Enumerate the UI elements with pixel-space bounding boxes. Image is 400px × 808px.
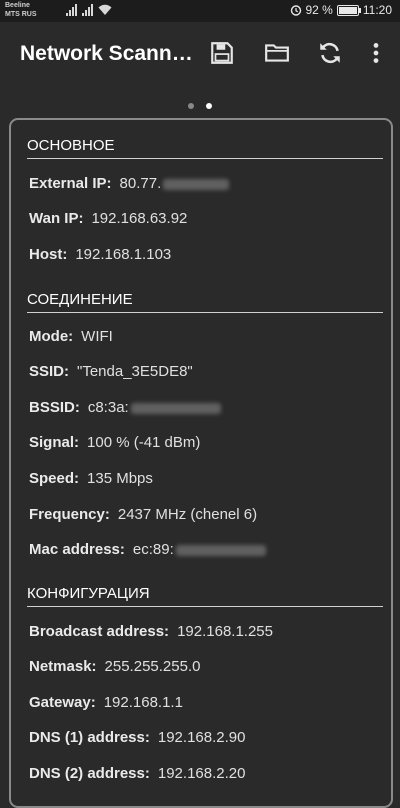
- host-value: 192.168.1.103: [75, 246, 172, 263]
- mode-value: WIFI: [81, 328, 113, 345]
- dns1-value: 192.168.2.90: [157, 729, 246, 746]
- host-label: Host:: [29, 246, 68, 263]
- wan-ip-label: Wan IP:: [29, 210, 84, 227]
- clock: 11:20: [362, 3, 392, 17]
- row-bssid: BSSID: c8:3a:: [29, 399, 221, 416]
- speed-value: 135 Mbps: [87, 470, 153, 487]
- row-netmask: Netmask: 255.255.255.0: [29, 658, 200, 675]
- refresh-icon: [320, 42, 340, 64]
- speed-label: Speed:: [29, 470, 80, 487]
- app-toolbar: Network Scann…: [0, 22, 400, 84]
- carrier-1: Beeline: [5, 2, 30, 9]
- save-icon: [211, 42, 233, 64]
- section-title-config: КОНФИГУРАЦИЯ: [27, 585, 383, 607]
- redacted-blur: [130, 402, 221, 414]
- signal-value: 100 % (-41 dBm): [87, 434, 201, 451]
- wifi-icon: [98, 4, 112, 15]
- section-title-basic: ОСНОВНОЕ: [27, 137, 383, 159]
- row-frequency: Frequency: 2437 MHz (chenel 6): [29, 506, 257, 523]
- external-ip-value: 80.77.: [119, 175, 162, 192]
- redacted-blur: [175, 544, 266, 556]
- app-title: Network Scann…: [20, 42, 193, 65]
- signal-label: Signal:: [29, 434, 80, 451]
- carrier-info: Beeline MTS RUS: [5, 1, 37, 19]
- page-dot-1[interactable]: [187, 103, 194, 109]
- ssid-label: SSID:: [29, 363, 70, 380]
- row-wan-ip: Wan IP: 192.168.63.92: [29, 210, 187, 227]
- ssid-value: "Tenda_3E5DE8": [77, 363, 193, 380]
- page-dot-2-active[interactable]: [206, 103, 213, 109]
- gateway-value: 192.168.1.1: [103, 694, 183, 711]
- refresh-button[interactable]: [315, 38, 345, 68]
- save-button[interactable]: [207, 38, 237, 68]
- open-folder-button[interactable]: [262, 38, 292, 68]
- netmask-label: Netmask:: [29, 658, 97, 675]
- row-signal: Signal: 100 % (-41 dBm): [29, 434, 200, 451]
- page-indicator: [0, 96, 400, 114]
- row-speed: Speed: 135 Mbps: [29, 470, 153, 487]
- row-dns1: DNS (1) address: 192.168.2.90: [29, 729, 245, 746]
- mode-label: Mode:: [29, 328, 74, 345]
- netmask-value: 255.255.255.0: [104, 658, 201, 675]
- bssid-label: BSSID:: [29, 399, 80, 416]
- status-bar: Beeline MTS RUS 92 % 11:20: [0, 0, 400, 22]
- battery-percent: 92 %: [305, 3, 333, 17]
- row-broadcast: Broadcast address: 192.168.1.255: [29, 623, 273, 640]
- mac-address-value: ec:89:: [132, 541, 174, 558]
- broadcast-value: 192.168.1.255: [177, 623, 273, 640]
- section-title-connection: СОЕДИНЕНИЕ: [27, 291, 383, 313]
- frequency-value: 2437 MHz (chenel 6): [117, 506, 258, 523]
- network-info-card: ОСНОВНОЕ External IP: 80.77. Wan IP: 192.1…: [9, 118, 393, 808]
- mac-address-label: Mac address:: [29, 541, 125, 558]
- cell-signal-icon-2: [82, 4, 93, 16]
- signal-icons: [66, 4, 112, 16]
- bssid-value: c8:3a:: [87, 399, 129, 416]
- cell-signal-icon-1: [66, 4, 77, 16]
- redacted-blur: [163, 178, 230, 190]
- row-host: Host: 192.168.1.103: [29, 246, 171, 263]
- row-mac-address: Mac address: ec:89:: [29, 541, 266, 558]
- alarm-icon: [290, 5, 301, 16]
- row-dns2: DNS (2) address: 192.168.2.20: [29, 765, 245, 782]
- more-vert-icon: [373, 43, 379, 63]
- carrier-2: MTS RUS: [5, 11, 37, 18]
- external-ip-label: External IP:: [29, 175, 112, 192]
- battery-icon: [336, 4, 361, 16]
- row-gateway: Gateway: 192.168.1.1: [29, 694, 183, 711]
- row-mode: Mode: WIFI: [29, 328, 113, 345]
- wan-ip-value: 192.168.63.92: [91, 210, 188, 227]
- frequency-label: Frequency:: [29, 506, 110, 523]
- row-external-ip: External IP: 80.77.: [29, 175, 230, 192]
- broadcast-label: Broadcast address:: [29, 623, 170, 640]
- dns1-label: DNS (1) address:: [29, 729, 150, 746]
- more-options-button[interactable]: [361, 38, 391, 68]
- row-ssid: SSID: "Tenda_3E5DE8": [29, 363, 193, 380]
- gateway-label: Gateway:: [29, 694, 96, 711]
- dns2-label: DNS (2) address:: [29, 765, 150, 782]
- folder-icon: [265, 44, 289, 62]
- status-right: 92 % 11:20: [290, 3, 392, 17]
- dns2-value: 192.168.2.20: [157, 765, 246, 782]
